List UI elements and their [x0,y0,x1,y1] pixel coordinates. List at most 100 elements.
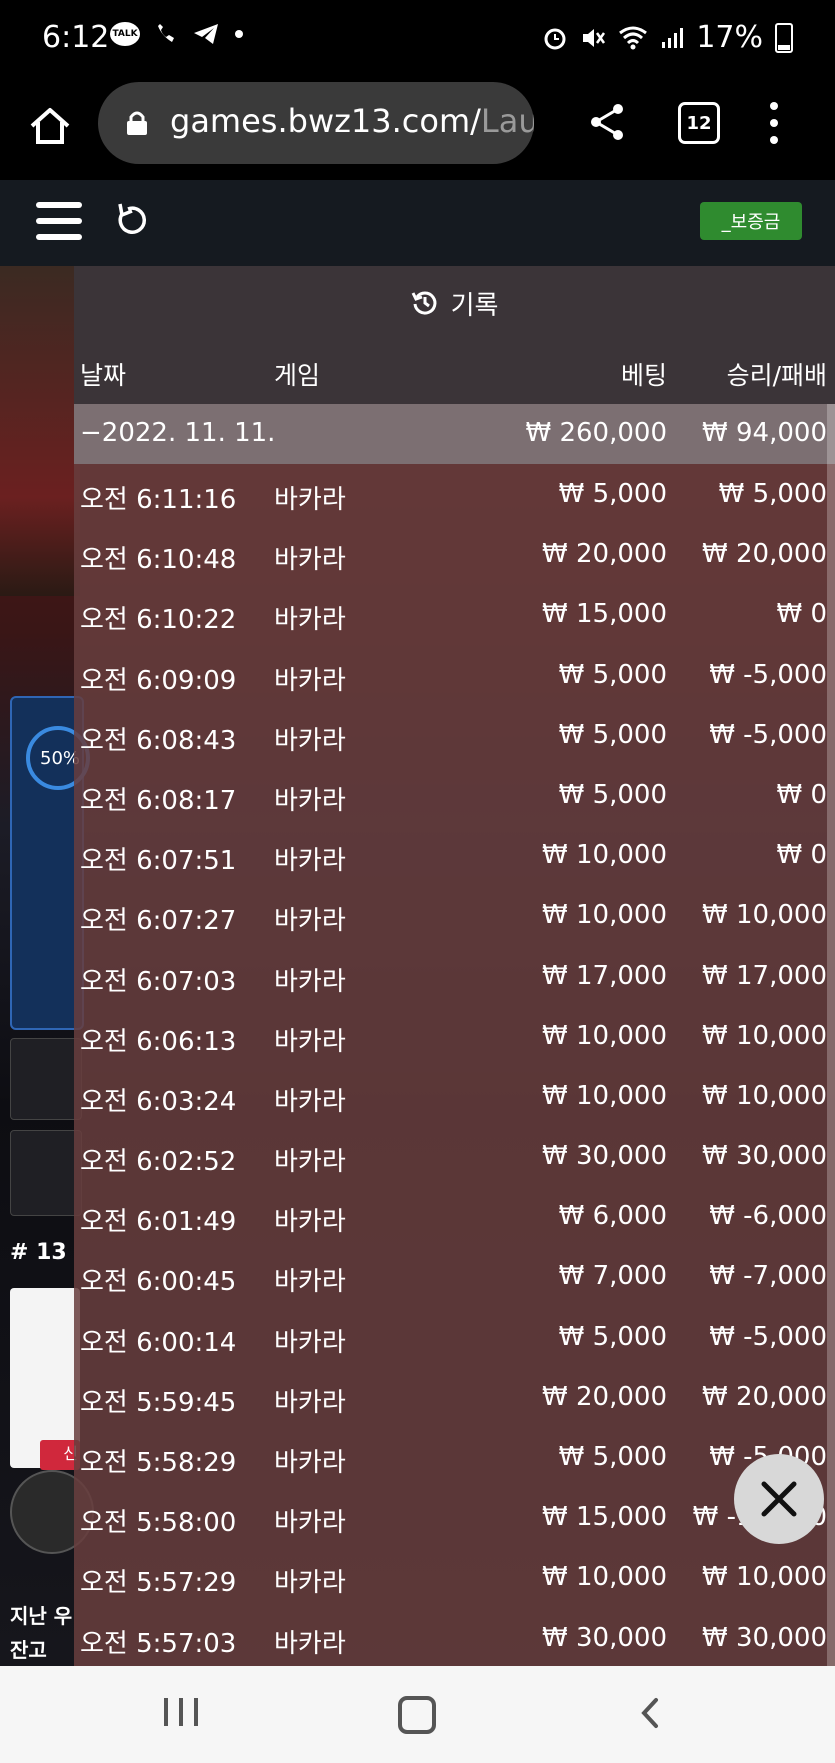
player-button-2[interactable] [10,1130,82,1216]
row-time: 오전 6:08:43 [80,725,237,756]
site-header: _보증금 [0,180,835,266]
nav-recent-icon[interactable] [164,1698,198,1726]
deposit-button[interactable]: _보증금 [700,202,802,240]
row-result: ₩ 17,000 [702,960,827,991]
row-game: 바카라 [274,725,346,756]
history-icon [411,291,437,315]
row-result: ₩ -5,000 [709,719,827,750]
summary-date: −2022. 11. 11. [80,418,276,448]
row-time: 오전 6:07:51 [80,846,237,877]
row-result: ₩ -7,000 [709,1261,827,1292]
refresh-icon[interactable] [114,202,150,238]
viber-icon [158,24,174,42]
history-row: 오전 6:08:43 바카라 ₩ 5,000 ₩ -5,000 [74,705,835,765]
row-time: 오전 6:00:45 [80,1267,237,1298]
nav-back-icon[interactable] [636,1696,666,1730]
row-game: 바카라 [274,665,346,696]
timer-panel: 50% [10,696,90,1030]
history-row: 오전 6:06:13 바카라 ₩ 10,000 ₩ 10,000 [74,1006,835,1066]
status-right: 17% [542,20,793,55]
row-result: ₩ 0 [776,840,827,871]
history-row: 오전 6:08:17 바카라 ₩ 5,000 ₩ 0 [74,765,835,825]
row-game: 바카라 [274,485,346,515]
summary-win-loss: ₩ 94,000 [702,418,827,448]
row-time: 오전 5:58:29 [80,1448,237,1478]
history-row: 오전 6:10:22 바카라 ₩ 15,000 ₩ 0 [74,584,835,644]
home-icon[interactable] [26,102,74,150]
summary-bet: ₩ 260,000 [525,418,668,448]
balance-label: 잔고 [10,1638,47,1662]
history-row: 오전 6:07:51 바카라 ₩ 10,000 ₩ 0 [74,825,835,885]
row-game: 바카라 [274,1628,346,1659]
row-game: 바카라 [274,1448,346,1478]
close-button[interactable] [734,1454,824,1544]
telegram-icon [194,24,218,44]
history-row: 오전 6:01:49 바카라 ₩ 6,000 ₩ -6,000 [74,1186,835,1246]
tabs-icon[interactable]: 12 [678,102,720,144]
row-bet: ₩ 20,000 [542,1381,667,1412]
history-row: 오전 6:09:09 바카라 ₩ 5,000 ₩ -5,000 [74,645,835,705]
history-rows: 오전 6:11:16 바카라 ₩ 5,000 ₩ 5,000 오전 6:10:48 바카라… [74,464,835,1666]
row-game: 바카라 [274,906,346,937]
history-row: 오전 5:57:29 바카라 ₩ 10,000 ₩ 10,000 [74,1547,835,1607]
history-row: 오전 6:11:16 바카라 ₩ 5,000 ₩ 5,000 [74,464,835,524]
row-time: 오전 6:10:22 [80,605,237,636]
status-bar: 6:12 TALK 17% [0,0,835,80]
history-row: 오전 5:58:29바카라₩ 5,000₩ -5,000 [74,1427,835,1487]
row-game: 바카라 [274,966,346,997]
scrollbar[interactable] [827,404,835,1666]
row-game: 바카라 [274,1267,346,1298]
browser-toolbar: games.bwz13.com/Laui 12 [0,80,835,180]
mute-icon [583,28,606,47]
row-time: 오전 6:08:17 [80,785,237,816]
row-result: ₩ 10,000 [702,1562,827,1593]
row-game: 바카라 [274,1086,346,1117]
row-bet: ₩ 6,000 [558,1201,667,1232]
history-row: 오전 5:59:45 바카라 ₩ 20,000 ₩ 20,000 [74,1367,835,1427]
address-bar[interactable]: games.bwz13.com/Laui [98,82,534,164]
row-result: ₩ 20,000 [702,1381,827,1412]
menu-icon[interactable] [768,102,780,144]
row-result: ₩ 10,000 [702,1020,827,1051]
row-bet: ₩ 15,000 [542,1502,667,1533]
kakaotalk-icon: TALK [110,22,140,46]
row-bet: ₩ 17,000 [542,960,667,991]
history-row: 오전 5:57:03 바카라 ₩ 30,000 ₩ 30,000 [74,1608,835,1666]
share-icon[interactable] [586,100,630,144]
player-button[interactable] [10,1038,82,1120]
row-bet: ₩ 30,000 [542,1141,667,1172]
row-bet: ₩ 10,000 [542,1562,667,1593]
row-bet: ₩ 10,000 [542,900,667,931]
row-result: ₩ 0 [776,599,827,630]
row-game: 바카라 [274,846,346,877]
status-time: 6:12 [42,20,110,55]
row-result: ₩ -6,000 [709,1201,827,1232]
row-time: 오전 6:01:49 [80,1207,237,1238]
url-rest: Laui [480,102,534,140]
row-bet: ₩ 5,000 [558,479,667,509]
row-game: 바카라 [274,1387,346,1418]
row-time: 오전 5:59:45 [80,1387,237,1418]
row-game: 바카라 [274,545,346,576]
row-bet: ₩ 5,000 [558,659,667,690]
dealer-video [0,266,80,596]
battery-percent: 17% [696,20,763,55]
row-time: 오전 6:03:24 [80,1086,237,1117]
battery-icon [775,22,793,53]
row-game: 바카라 [274,785,346,816]
row-time: 오전 6:07:27 [80,906,237,937]
hamburger-icon[interactable] [36,202,82,240]
row-time: 오전 5:57:03 [80,1628,237,1659]
nav-home-icon[interactable] [398,1696,436,1734]
lock-icon [127,111,147,135]
row-time: 오전 6:11:16 [80,485,237,515]
row-game: 바카라 [274,1508,346,1539]
column-date: 날짜 [80,361,127,390]
row-bet: ₩ 10,000 [542,1020,667,1051]
date-summary-row[interactable]: −2022. 11. 11. ₩ 260,000 ₩ 94,000 [74,404,835,464]
signal-icon [662,27,684,48]
wifi-icon [619,26,648,49]
history-row: 오전 6:00:45 바카라 ₩ 7,000 ₩ -7,000 [74,1246,835,1306]
close-icon [761,1481,797,1517]
column-bet: 베팅 [620,361,667,390]
